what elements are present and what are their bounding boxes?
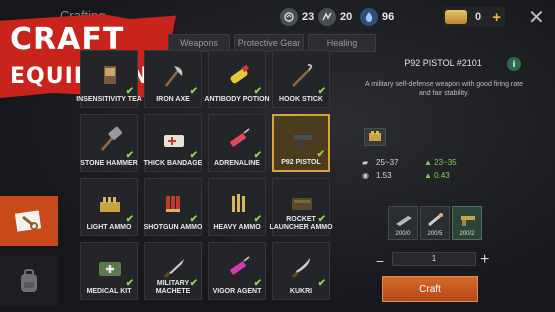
recipe-item[interactable]: ✔ P92 PISTOL: [272, 114, 330, 172]
hunger-icon: [280, 8, 298, 26]
damage-stat-row: ▰ 25~37 ▲ 23~35: [362, 158, 457, 167]
recipe-item-label: ROCKET LAUNCHER AMMO: [269, 216, 333, 231]
damage-base: 25~37: [376, 158, 399, 167]
info-button[interactable]: i: [507, 57, 521, 71]
fire-rate-icon: ◉: [362, 171, 369, 180]
recipe-item-label: LIGHT AMMO: [86, 224, 132, 231]
material-slot-pistol-parts[interactable]: 200/2: [452, 206, 482, 240]
material-count: 200/0: [395, 231, 411, 237]
recipe-item[interactable]: ✔ LIGHT AMMO: [80, 178, 138, 236]
material-count: 200/2: [459, 231, 475, 237]
vigor-syringe-icon: [223, 253, 253, 283]
stamina-value: 20: [340, 11, 353, 23]
pistol-parts-icon: [457, 211, 479, 229]
ammo-slot[interactable]: [364, 128, 386, 146]
water-drop-icon: [360, 8, 378, 26]
stamina-stat: 20: [318, 7, 352, 27]
item-description: A military self-defense weapon with good…: [365, 81, 523, 97]
recipe-item[interactable]: ✔ IRON AXE: [144, 50, 202, 108]
recipe-item-label: HEAVY AMMO: [213, 224, 261, 231]
material-slot-spring-parts[interactable]: 200/5: [420, 206, 450, 240]
medkit-icon: [95, 253, 125, 283]
metal-parts-icon: [393, 211, 415, 229]
item-detail-panel: P92 PISTOL #2101 i A military self-defen…: [360, 54, 528, 304]
recipe-item[interactable]: ✔ THICK BANDAGE: [144, 114, 202, 172]
pistol-icon: [288, 126, 318, 156]
axe-icon: [159, 61, 189, 91]
hunger-stat: 23: [280, 7, 314, 27]
recipe-item[interactable]: ✔ KUKRI: [272, 242, 330, 300]
kukri-icon: [287, 253, 317, 283]
tools-icon: [13, 208, 45, 234]
spring-parts-icon: [425, 211, 447, 229]
item-name: P92 PISTOL #2101: [404, 58, 482, 68]
recipe-item[interactable]: ✔ SHOTGUN AMMO: [144, 178, 202, 236]
fire-rate-upgraded: 0.43: [434, 171, 450, 180]
bandage-icon: [159, 125, 189, 155]
fire-rate-upgrade-arrow: ▲: [424, 171, 435, 180]
close-button[interactable]: ✕: [528, 5, 545, 30]
light-ammo-icon: [95, 189, 125, 219]
recipe-item-label: HOOK STICK: [279, 96, 323, 103]
coin-bar-icon: [445, 10, 467, 24]
recipe-item-label: MEDICAL KIT: [86, 288, 132, 295]
recipe-item[interactable]: ✔ ADRENALINE: [208, 114, 266, 172]
recipe-item-label: STONE HAMMER: [80, 160, 138, 167]
hammer-icon: [95, 125, 125, 155]
recipe-item[interactable]: ✔ MEDICAL KIT: [80, 242, 138, 300]
material-count: 200/5: [427, 231, 443, 237]
water-stat: 96: [360, 7, 394, 27]
fire-rate-base: 1.53: [376, 171, 392, 180]
coin-counter: 0 +: [443, 7, 505, 27]
craft-button[interactable]: Craft: [382, 276, 478, 302]
syringe-icon: [223, 125, 253, 155]
backpack-icon: [18, 268, 40, 294]
damage-icon: ▰: [362, 158, 369, 167]
recipe-item-label: ANTIBODY POTION: [204, 96, 270, 103]
add-coins-button[interactable]: +: [492, 9, 501, 26]
heavy-ammo-icon: [223, 189, 253, 219]
recipe-item[interactable]: ✔ STONE HAMMER: [80, 114, 138, 172]
hook-stick-icon: [287, 61, 317, 91]
recipe-item-label: VIGOR AGENT: [212, 288, 262, 295]
recipe-item-label: KUKRI: [289, 288, 313, 295]
sidenav-crafting-tab[interactable]: [0, 196, 58, 246]
recipe-item[interactable]: ✔ INSENSITIVITY TEA: [76, 50, 142, 108]
recipe-item-label: IRON AXE: [156, 96, 190, 103]
recipe-item-label: MILITARY MACHETE: [155, 280, 191, 295]
potion-icon: [223, 61, 253, 91]
recipe-item-label: INSENSITIVITY TEA: [76, 96, 142, 103]
damage-upgrade-arrow: ▲: [424, 158, 435, 167]
recipe-item[interactable]: ✔ MILITARY MACHETE: [144, 242, 202, 300]
recipe-item[interactable]: ✔ HEAVY AMMO: [208, 178, 266, 236]
recipe-item-label: THICK BANDAGE: [143, 160, 203, 167]
stamina-icon: [318, 8, 336, 26]
shotgun-ammo-icon: [159, 189, 189, 219]
tea-icon: [95, 61, 125, 91]
recipe-item[interactable]: ✔ ROCKET LAUNCHER AMMO: [269, 178, 333, 236]
recipe-item-label: ADRENALINE: [214, 160, 260, 167]
recipe-item-label: P92 PISTOL: [281, 159, 321, 166]
recipe-item[interactable]: ✔ VIGOR AGENT: [208, 242, 266, 300]
recipe-item[interactable]: ✔ HOOK STICK: [272, 50, 330, 108]
fire-rate-stat-row: ◉ 1.53 ▲ 0.43: [362, 171, 450, 180]
quantity-decrease-button[interactable]: −: [376, 253, 384, 269]
recipe-item-label: SHOTGUN AMMO: [143, 224, 203, 231]
machete-icon: [159, 253, 189, 283]
recipe-item[interactable]: ✔ ANTIBODY POTION: [204, 50, 270, 108]
damage-upgraded: 23~35: [434, 158, 457, 167]
rocket-ammo-icon: [287, 189, 317, 219]
quantity-increase-button[interactable]: +: [480, 251, 489, 269]
material-slot-metal-parts[interactable]: 200/0: [388, 206, 418, 240]
sidenav-backpack-tab[interactable]: [0, 256, 58, 306]
coin-value: 0: [475, 11, 482, 23]
recipe-grid: ✔ INSENSITIVITY TEA ✔ IRON AXE ✔ ANTIBODY POT…: [76, 50, 333, 310]
water-value: 96: [382, 11, 395, 23]
quantity-field[interactable]: 1: [392, 252, 476, 266]
hunger-value: 23: [302, 11, 315, 23]
